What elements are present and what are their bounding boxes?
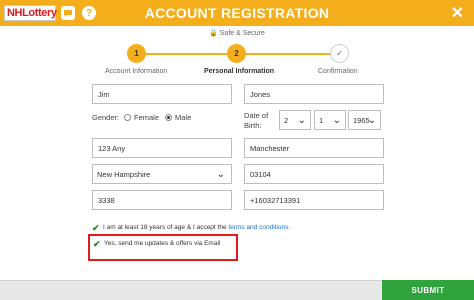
age-terms-label: I am at least 18 years of age & I accept… [103, 224, 290, 231]
step-label-account-information: Account Information [105, 68, 168, 75]
gender-male-radio[interactable] [165, 114, 172, 121]
page-title: ACCOUNT REGISTRATION [144, 5, 330, 21]
stepper-connector [245, 53, 331, 55]
pin-field[interactable]: 3338 [92, 190, 232, 210]
first-name-field[interactable]: Jim [92, 84, 232, 104]
city-field[interactable]: Manchester [244, 138, 384, 158]
dob-day-value: 1 [319, 115, 324, 125]
submit-button[interactable]: SUBMIT [382, 280, 474, 300]
dob-day-select[interactable]: 1 ⌄ [314, 110, 346, 130]
stepper-connector [145, 53, 229, 55]
state-select[interactable]: New Hampshire ⌄ [92, 164, 232, 184]
chevron-down-icon: ⌄ [332, 115, 341, 126]
step-1-marker: 1 [127, 44, 146, 63]
dob-label: Date of Birth: [244, 111, 268, 131]
zip-field[interactable]: 03104 [244, 164, 384, 184]
email-updates-label: Yes, send me updates & offers via Email [104, 240, 221, 247]
step-label-confirmation: Confirmation [318, 68, 358, 75]
dob-label-line2: Birth: [244, 121, 262, 130]
last-name-field[interactable]: Jones [244, 84, 384, 104]
gender-label: Gender: [92, 113, 120, 122]
age-terms-text: I am at least 18 years of age & I accept… [103, 224, 229, 231]
state-value: New Hampshire [97, 169, 151, 179]
phone-field[interactable]: +16032713391 [244, 190, 384, 210]
terms-link[interactable]: terms and conditions [228, 224, 288, 231]
dob-label-line1: Date of [244, 111, 269, 120]
close-icon[interactable]: ✕ [451, 3, 464, 23]
dob-month-value: 2 [284, 115, 289, 125]
step-3-check-icon: ✓ [330, 44, 349, 63]
gender-male-label: Male [175, 113, 192, 122]
chevron-down-icon: ⌄ [297, 115, 306, 126]
safe-secure-note: 🔒 Safe & Secure [209, 30, 265, 37]
email-updates-checkbox[interactable]: ✔ [93, 240, 101, 249]
gender-female-radio[interactable] [124, 114, 131, 121]
dob-year-select[interactable]: 1965 ⌄ [348, 110, 381, 130]
chevron-down-icon: ⌄ [367, 115, 376, 126]
step-2-marker: 2 [227, 44, 246, 63]
step-label-personal-information: Personal Information [204, 68, 275, 75]
age-terms-checkbox[interactable]: ✔ [92, 224, 100, 233]
address-field[interactable]: 123 Any [92, 138, 232, 158]
highlight-box [88, 234, 238, 261]
gender-female-label: Female [134, 113, 160, 122]
age-terms-suffix: . [288, 224, 291, 231]
dob-month-select[interactable]: 2 ⌄ [279, 110, 311, 130]
header-bar: NHLottery ? ACCOUNT REGISTRATION ✕ [0, 0, 474, 26]
chevron-down-icon: ⌄ [216, 169, 225, 180]
